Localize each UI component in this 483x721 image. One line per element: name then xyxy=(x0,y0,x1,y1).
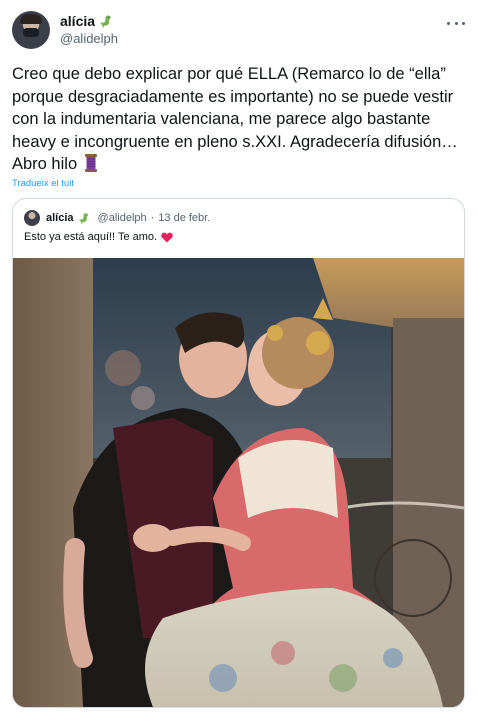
author-avatar[interactable] xyxy=(12,11,50,49)
thread-spool-icon xyxy=(84,154,97,172)
photo-scene xyxy=(13,258,464,707)
dinosaur-icon xyxy=(78,213,88,224)
author-block[interactable]: alícia @alidelph xyxy=(60,12,118,47)
translate-link[interactable]: Tradueix el tuit xyxy=(12,178,74,189)
author-name[interactable]: alícia xyxy=(60,12,95,30)
separator-dot: · xyxy=(150,212,155,224)
quoted-author-avatar xyxy=(24,210,40,226)
quoted-tweet-date: 13 de febr. xyxy=(158,212,211,224)
author-name-row[interactable]: alícia xyxy=(60,12,118,30)
tweet-text: Creo que debo explicar por qué ELLA (Rem… xyxy=(12,63,474,176)
tweet-body: Creo que debo explicar por qué ELLA (Rem… xyxy=(12,65,458,173)
dinosaur-icon xyxy=(100,15,111,28)
quoted-tweet-body: Esto ya está aquí!! Te amo. xyxy=(24,231,158,243)
quoted-author-handle: @alidelph xyxy=(97,212,147,224)
quoted-tweet-text: Esto ya está aquí!! Te amo. xyxy=(24,231,173,243)
quoted-author-name: alícia xyxy=(46,212,74,224)
more-horizontal-icon[interactable] xyxy=(447,14,465,32)
heart-icon xyxy=(161,232,173,242)
tweet: alícia @alidelph Creo que debo explicar … xyxy=(0,0,483,721)
author-handle[interactable]: @alidelph xyxy=(60,31,118,47)
quoted-tweet-header: alícia @alidelph · 13 de febr. xyxy=(24,210,210,226)
quoted-tweet-photo[interactable] xyxy=(13,258,464,707)
quoted-tweet[interactable]: alícia @alidelph · 13 de febr. Esto ya e… xyxy=(12,198,465,708)
